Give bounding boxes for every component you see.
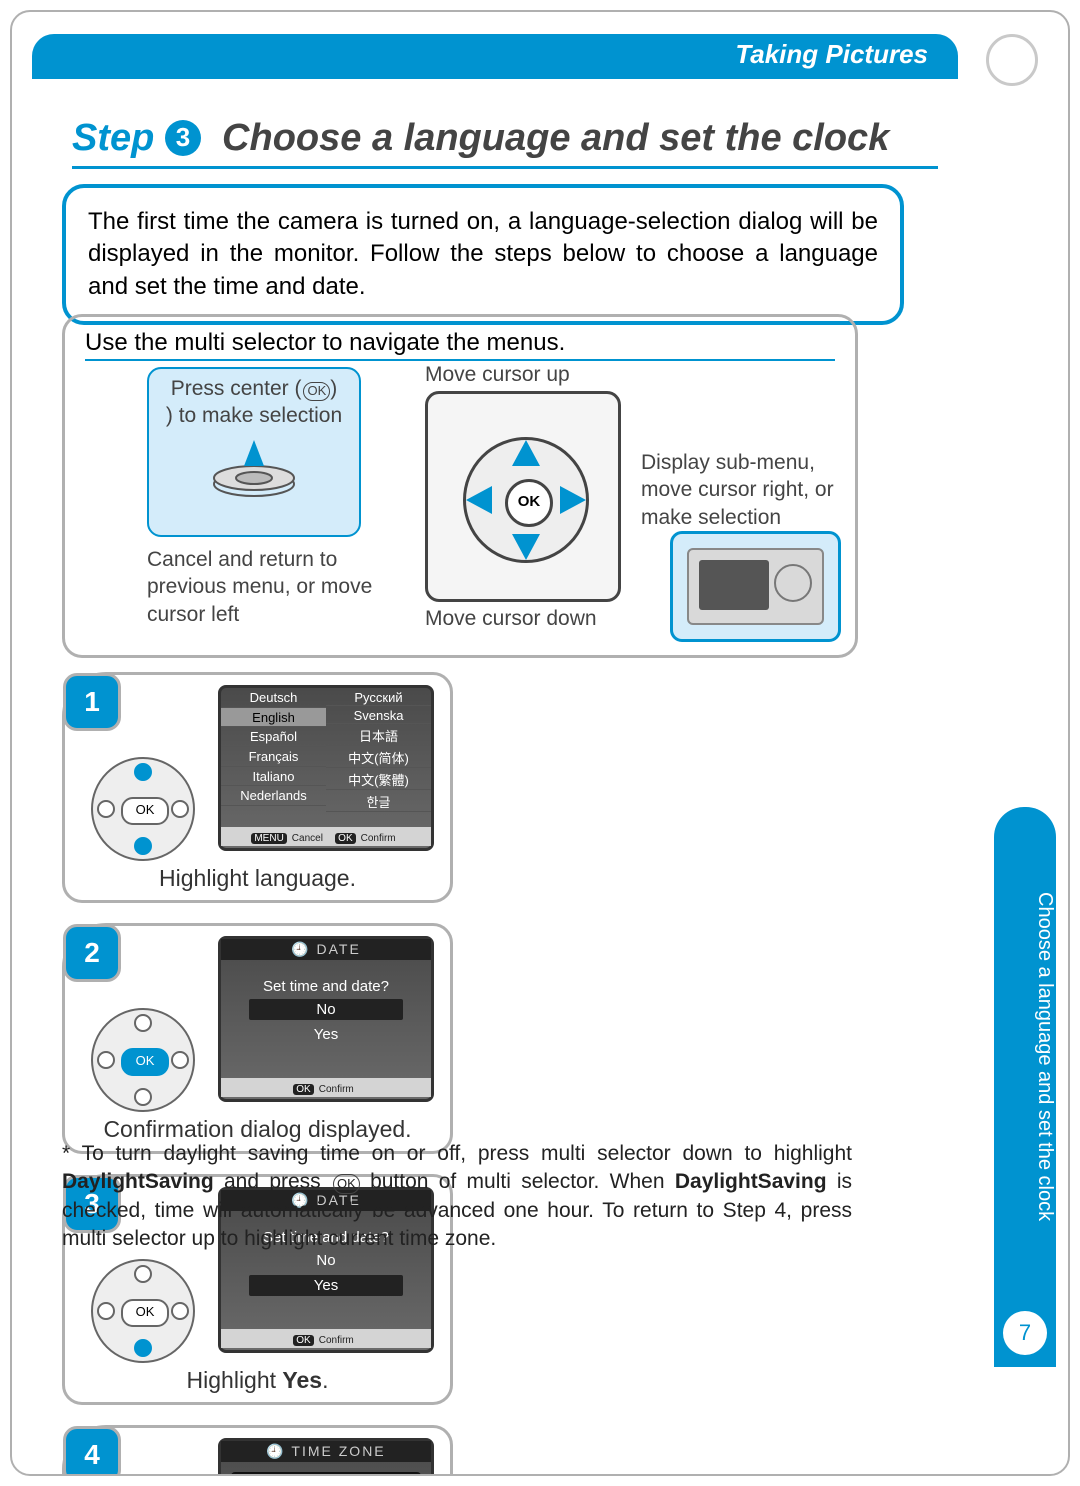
ok-icon: OK bbox=[333, 1174, 360, 1194]
step-number: 3 bbox=[165, 120, 201, 156]
arrow-down-icon bbox=[134, 837, 152, 855]
side-tab: Choose a language and set the clock 7 bbox=[994, 807, 1056, 1367]
corner-ornament bbox=[986, 34, 1038, 86]
arrow-left-icon bbox=[466, 486, 492, 514]
step-heading: Step 3 Choose a language and set the clo… bbox=[72, 117, 938, 169]
step-badge: 2 bbox=[63, 924, 121, 982]
arrow-right-icon bbox=[560, 486, 586, 514]
selector-icon: OK bbox=[91, 1008, 195, 1112]
step-caption: Confirmation dialog displayed. bbox=[65, 1116, 450, 1143]
steps-grid: 1 OK Deutsch English Español Français It… bbox=[62, 672, 852, 1476]
step-caption: Highlight Yes. bbox=[65, 1367, 450, 1394]
clock-icon: 🕘 bbox=[266, 1443, 285, 1459]
header-title: Taking Pictures bbox=[735, 39, 928, 70]
selector-icon: OK bbox=[91, 757, 195, 861]
step-title: Choose a language and set the clock bbox=[222, 117, 889, 159]
cancel-callout: Cancel and return to previous menu, or m… bbox=[147, 546, 377, 628]
ok-label: OK bbox=[121, 797, 169, 825]
clock-icon: 🕘 bbox=[291, 941, 310, 957]
footnote: * To turn daylight saving time on or off… bbox=[62, 1140, 852, 1253]
selector-icon: OK bbox=[91, 1259, 195, 1363]
arrow-up-icon bbox=[134, 763, 152, 781]
selector-heading: Use the multi selector to navigate the m… bbox=[85, 329, 835, 361]
step-caption: Highlight language. bbox=[65, 865, 450, 892]
press-center-callout: Press center (OK) ) to make selection bbox=[147, 367, 361, 537]
step-card-4: 4 OK 🕘 TIME ZONE 🏠London, Casablanca ▶ ☐… bbox=[62, 1425, 453, 1476]
arrow-up-icon bbox=[512, 440, 540, 466]
selector-box: Use the multi selector to navigate the m… bbox=[62, 314, 858, 658]
page-number: 7 bbox=[1003, 1311, 1047, 1355]
arrow-down-icon bbox=[512, 534, 540, 560]
multi-selector-pad: OK bbox=[463, 437, 589, 563]
dial-icon bbox=[209, 438, 299, 498]
tz-row: 🏠London, Casablanca ▶ bbox=[231, 1472, 421, 1476]
arrow-down-icon bbox=[134, 1339, 152, 1357]
up-callout: Move cursor up bbox=[425, 363, 570, 387]
camera-back-diagram: OK bbox=[425, 391, 621, 602]
side-label: Choose a language and set the clock bbox=[994, 827, 1056, 1287]
ok-label: OK bbox=[121, 1299, 169, 1327]
lcd-timezone: 🕘 TIME ZONE 🏠London, Casablanca ▶ ☐ Dayl… bbox=[218, 1438, 434, 1476]
step-badge: 1 bbox=[63, 673, 121, 731]
step-card-2: 2 OK 🕘 DATE Set time and date? No Yes OK… bbox=[62, 923, 453, 1154]
lcd-date: 🕘 DATE Set time and date? No Yes OKConfi… bbox=[218, 936, 434, 1102]
down-callout: Move cursor down bbox=[425, 607, 597, 631]
ok-label: OK bbox=[121, 1048, 169, 1076]
ok-button-icon: OK bbox=[505, 479, 553, 527]
step-badge: 4 bbox=[63, 1426, 121, 1476]
step-card-1: 1 OK Deutsch English Español Français It… bbox=[62, 672, 453, 903]
intro-box: The first time the camera is turned on, … bbox=[62, 184, 904, 325]
step-word: Step bbox=[72, 117, 154, 159]
right-callout: Display sub-menu, move cursor right, or … bbox=[641, 449, 866, 531]
lcd-language: Deutsch English Español Français Italian… bbox=[218, 685, 434, 851]
ok-icon: OK bbox=[303, 382, 330, 401]
camera-thumbnail bbox=[670, 531, 841, 642]
